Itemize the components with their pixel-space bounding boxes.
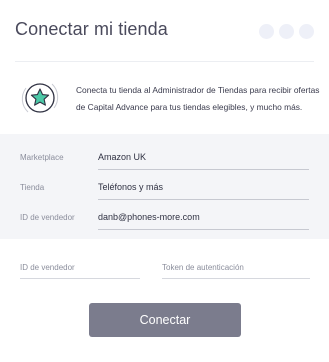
store-value[interactable]: Teléfonos y más (98, 181, 163, 194)
star-icon (21, 83, 59, 113)
seller-id-field[interactable]: ID de vendedor (20, 262, 140, 282)
marketplace-value[interactable]: Amazon UK (98, 151, 146, 164)
dialog-header: Conectar mi tienda (0, 0, 329, 62)
marketplace-label: Marketplace (20, 153, 64, 162)
store-details-panel: Marketplace Amazon UK Tienda Teléfonos y… (0, 134, 329, 239)
seller-id-row: ID de vendedor danb@phones-more.com (0, 212, 329, 242)
marketplace-underline (98, 169, 309, 170)
seller-id-field-underline (20, 278, 140, 279)
info-description: Conecta tu tienda al Administrador de Ti… (76, 85, 320, 112)
auth-token-field-underline (162, 278, 310, 279)
auth-token-field-label: Token de autenticación (162, 263, 244, 272)
seller-id-label: ID de vendedor (20, 213, 75, 222)
window-dot-3[interactable] (299, 24, 314, 39)
store-underline (98, 199, 309, 200)
store-row: Tienda Teléfonos y más (0, 182, 329, 212)
page-title: Conectar mi tienda (15, 19, 168, 39)
seller-id-field-label: ID de vendedor (20, 263, 75, 272)
seller-id-value[interactable]: danb@phones-more.com (98, 211, 200, 224)
window-controls (259, 24, 314, 39)
info-banner: Conecta tu tienda al Administrador de Ti… (0, 62, 329, 134)
marketplace-row: Marketplace Amazon UK (0, 152, 329, 182)
window-dot-1[interactable] (259, 24, 274, 39)
seller-id-underline (98, 229, 309, 230)
window-dot-2[interactable] (279, 24, 294, 39)
store-label: Tienda (20, 183, 45, 192)
auth-token-field[interactable]: Token de autenticación (162, 262, 310, 282)
connect-button[interactable]: Conectar (89, 303, 241, 337)
